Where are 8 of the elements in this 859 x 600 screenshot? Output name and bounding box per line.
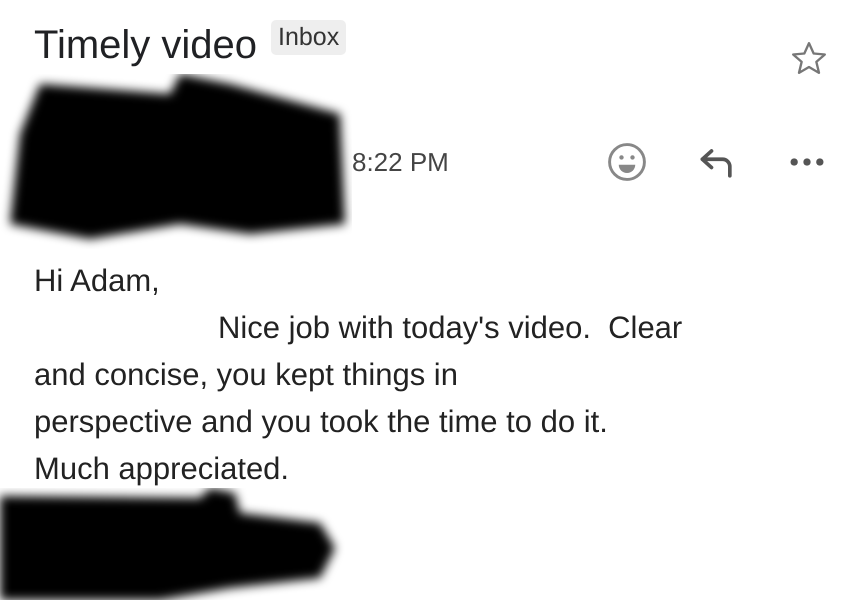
label-chip[interactable]: Inbox: [271, 20, 346, 55]
body-text-line: Nice job with today's video. Clear: [217, 309, 684, 347]
timestamp: 8:22 PM: [352, 147, 449, 178]
body-text-line: Much appreciated.: [34, 450, 290, 488]
greeting: Hi Adam,: [34, 262, 161, 300]
body-text-line: perspective and you took the time to do it.: [34, 403, 609, 441]
email-subject: Timely video: [34, 22, 258, 68]
body-text-line: and concise, you kept things in: [34, 356, 459, 394]
